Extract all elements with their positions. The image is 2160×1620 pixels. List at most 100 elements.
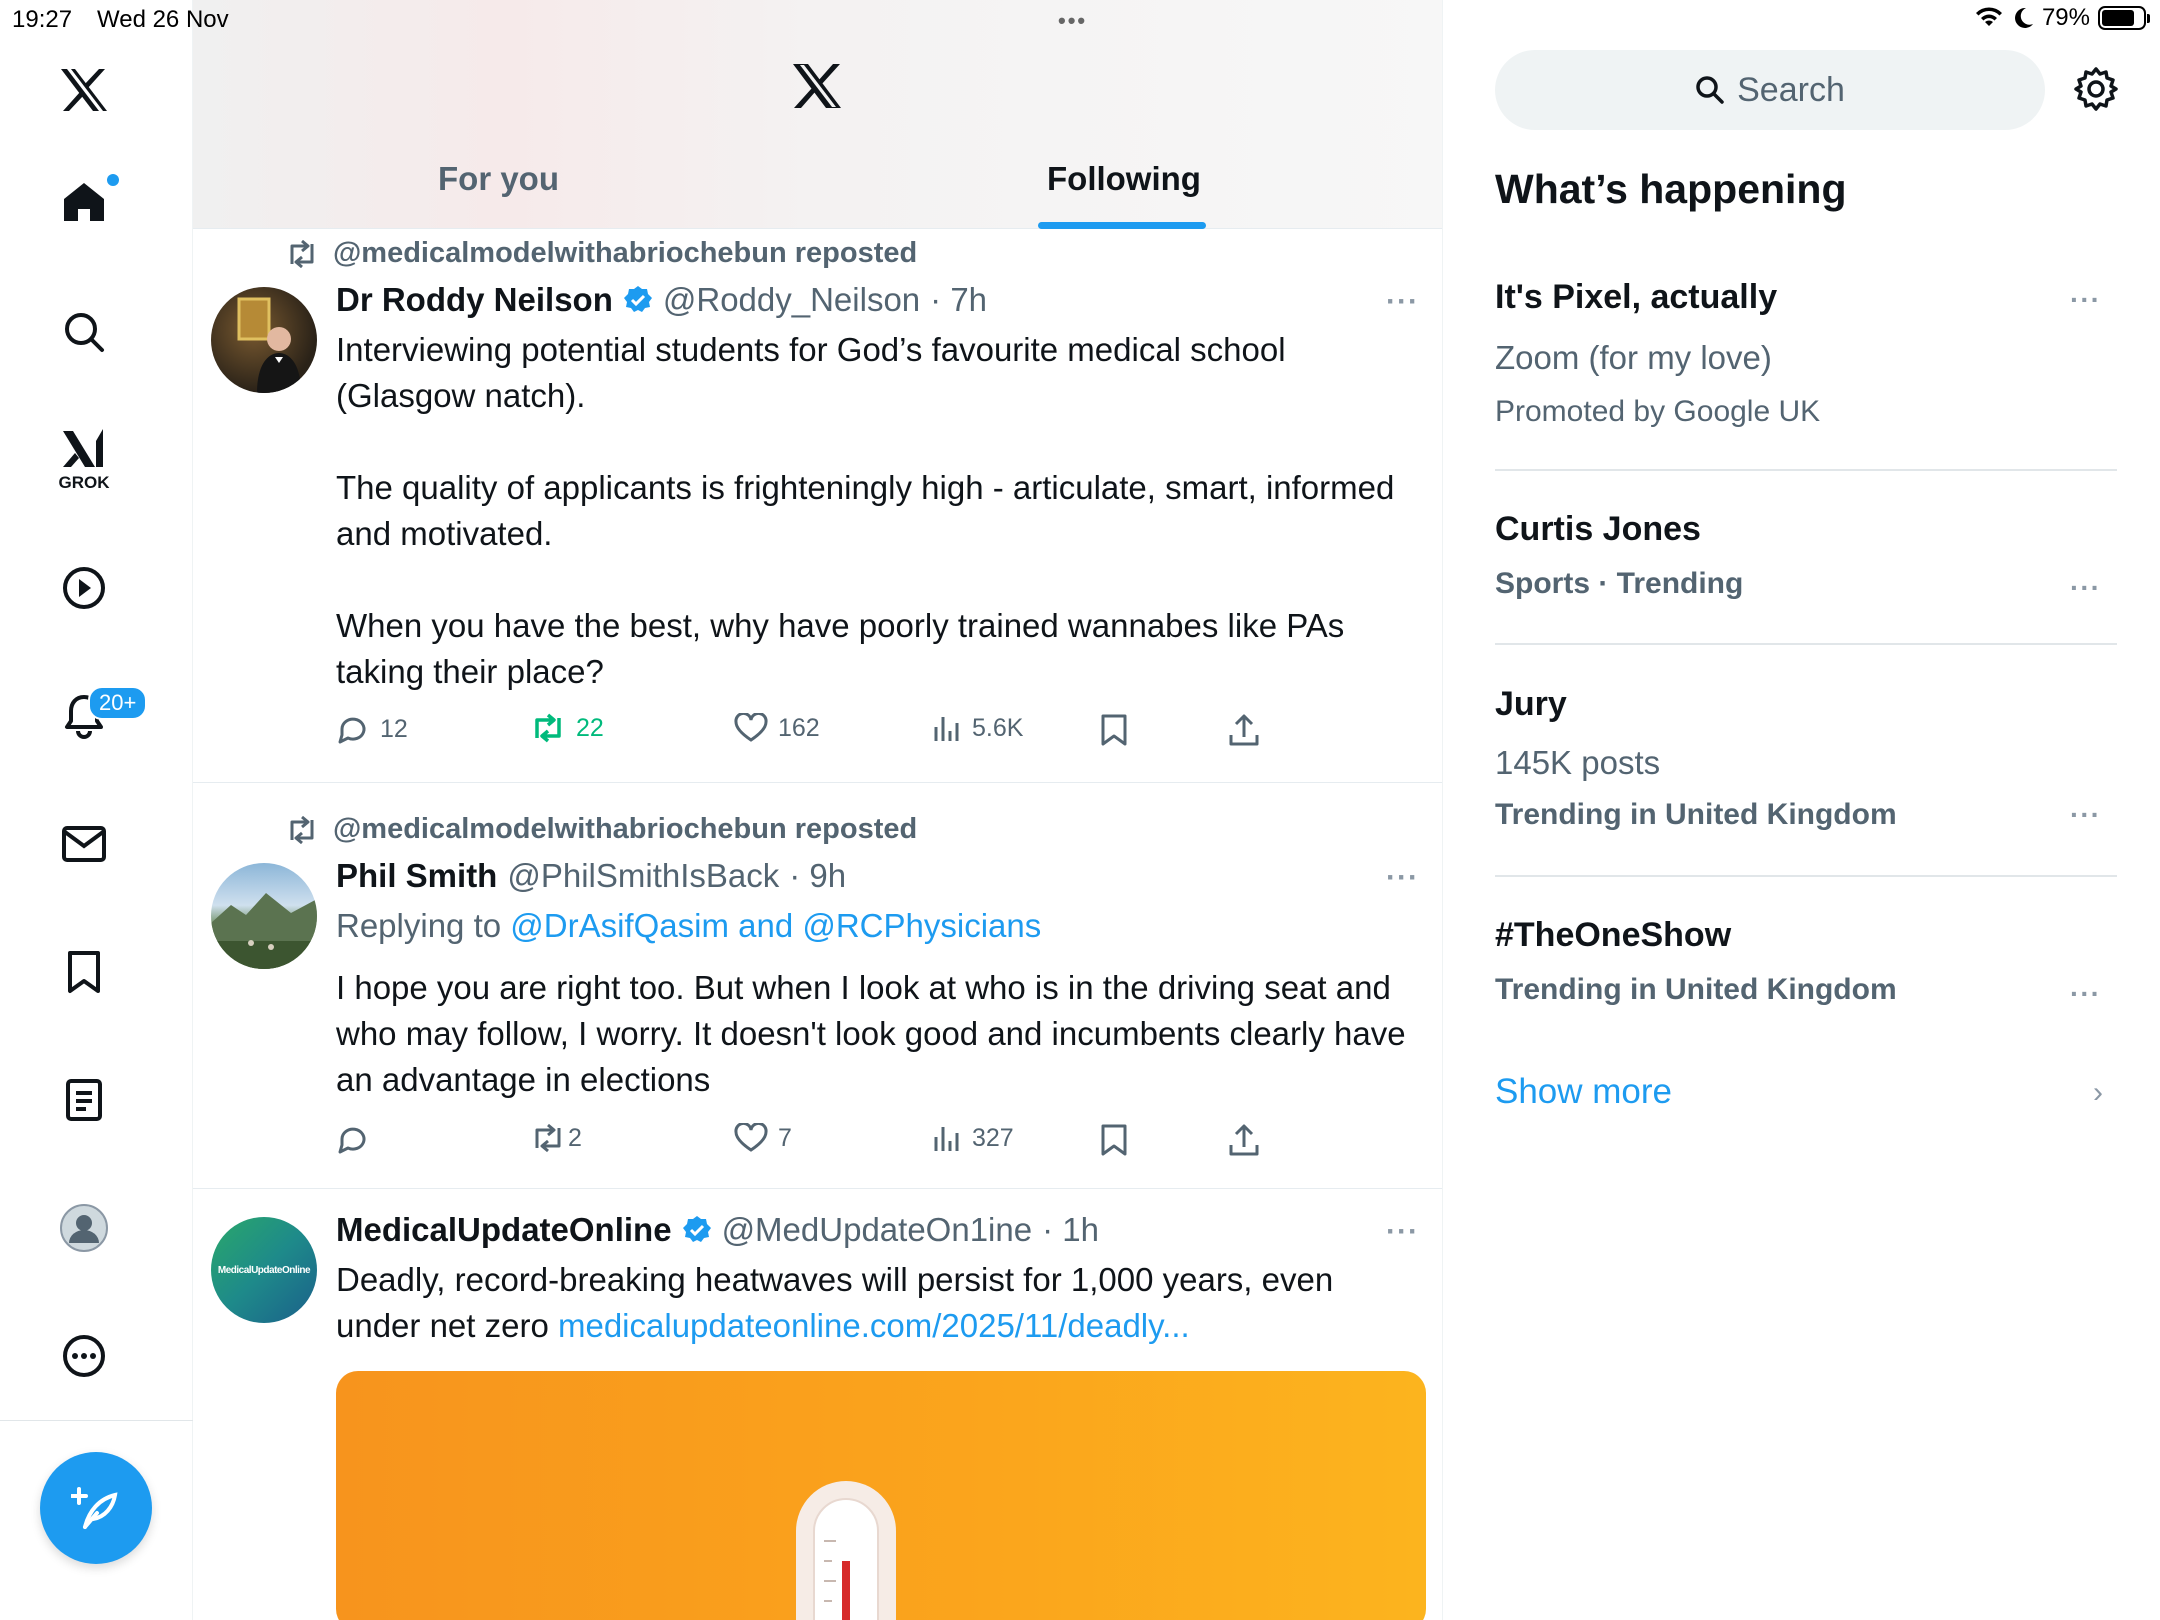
mail-icon [62,826,106,862]
avatar[interactable] [211,863,317,969]
repost-icon [290,239,314,268]
like-count: 7 [778,1123,792,1152]
author-name[interactable]: Dr Roddy Neilson [336,281,613,319]
share-button[interactable] [1228,713,1260,747]
author-name[interactable]: MedicalUpdateOnline [336,1211,672,1249]
divider [1495,469,2117,471]
tweet-time: · 1h [1042,1211,1099,1248]
search-icon [65,313,104,352]
sidebar-item-profile[interactable] [44,1188,124,1268]
sidebar-item-search[interactable] [44,292,124,372]
moon-icon [2014,7,2033,28]
repost-icon [290,815,314,844]
reply-button[interactable] [336,1123,380,1155]
trend-item[interactable]: #TheOneShow Trending in United Kingdom ·… [1495,916,2117,1016]
replying-prefix: Replying to [336,907,511,944]
x-logo-icon[interactable] [44,50,124,130]
sidebar-item-videos[interactable] [44,548,124,628]
repost-text: @medicalmodelwithabriochebun reposted [333,813,918,845]
trend-meta: Sports · Trending [1495,567,1744,600]
repost-text: @medicalmodelwithabriochebun reposted [333,237,918,269]
share-icon [1229,714,1259,746]
views-button[interactable]: 327 [932,1123,1014,1153]
search-input[interactable]: Search [1495,50,2045,130]
repost-button[interactable]: 2 [530,1123,582,1153]
avatar-photo [211,893,317,969]
verified-badge-icon [623,286,652,312]
trend-more-button[interactable]: ··· [2070,572,2101,604]
repost-indicator: @medicalmodelwithabriochebun reposted [285,237,917,270]
timeline: For you Following @medicalmodelwithabrio… [193,0,1443,1620]
tweet-more-button[interactable]: ··· [1386,861,1419,895]
tweet-time: · 9h [789,857,847,894]
like-button[interactable]: 7 [734,1123,792,1153]
trend-item[interactable]: Jury 145K posts Trending in United Kingd… [1495,685,2117,835]
trend-meta: Promoted by Google UK [1495,395,1821,428]
tweet-link[interactable]: medicalupdateonline.com/2025/11/deadly..… [558,1307,1190,1344]
multitask-dots[interactable]: ••• [1058,8,1087,34]
author-name[interactable]: Phil Smith [336,857,497,895]
list-icon [66,1079,102,1121]
trend-item[interactable]: It's Pixel, actually Zoom (for my love) … [1495,278,2117,428]
bookmark-button[interactable] [1100,713,1128,747]
repost-count: 2 [568,1123,582,1152]
grok-icon [63,429,103,467]
trend-more-button[interactable]: ··· [2070,799,2101,831]
trend-more-button[interactable]: ··· [2070,284,2101,316]
share-button[interactable] [1228,1123,1260,1157]
reply-button[interactable]: 12 [336,713,408,745]
verified-badge-icon [682,1216,711,1242]
sidebar-item-grok[interactable]: GROK [44,420,124,500]
avatar-photo [237,297,301,393]
repost-icon [535,1123,561,1153]
sidebar-item-messages[interactable] [44,804,124,884]
author-handle[interactable]: @Roddy_Neilson [663,281,920,319]
replying-to-link[interactable]: @DrAsifQasim and @RCPhysicians [510,907,1041,944]
trend-subtitle: 145K posts [1495,744,1661,781]
sidebar-item-more[interactable] [44,1316,124,1396]
tweet-text: Deadly, record-breaking heatwaves will p… [336,1257,1426,1349]
home-notification-dot [107,174,119,186]
tweet[interactable]: @medicalmodelwithabriochebun reposted Dr… [193,229,1442,783]
views-icon [934,1127,959,1151]
author-handle[interactable]: @PhilSmithIsBack [507,857,779,895]
bookmark-icon [1101,714,1127,746]
trend-title: #TheOneShow [1495,916,1732,954]
avatar[interactable]: MedicalUpdateOnline [211,1217,317,1323]
sidebar-item-lists[interactable] [44,1060,124,1140]
play-circle-icon [63,567,105,609]
compose-post-button[interactable] [40,1452,152,1564]
trend-item[interactable]: Curtis Jones Sports · Trending ··· [1495,510,2117,610]
avatar[interactable] [211,287,317,393]
tweet-more-button[interactable]: ··· [1386,1215,1419,1249]
tweet-time: · 7h [930,281,988,318]
views-button[interactable]: 5.6K [932,713,1023,743]
notification-badge: 20+ [88,686,148,720]
tab-following[interactable]: Following [1047,160,1201,198]
trend-more-button[interactable]: ··· [2070,978,2101,1010]
tweet-author-line: Dr Roddy Neilson @Roddy_Neilson · 7h [336,281,987,319]
x-logo-icon[interactable] [791,62,843,110]
tweet[interactable]: MedicalUpdateOnline MedicalUpdateOnline … [193,1189,1442,1620]
author-handle[interactable]: @MedUpdateOn1ine [722,1211,1033,1249]
status-date: Wed 26 Nov [97,6,229,33]
heart-icon [734,713,768,742]
left-sidebar: GROK 20+ [0,0,193,1620]
gear-icon[interactable] [2073,66,2119,112]
repost-button[interactable]: 22 [530,713,604,743]
replying-to: Replying to @DrAsifQasim and @RCPhysicia… [336,907,1041,945]
show-more-link[interactable]: Show more [1495,1072,1672,1112]
grok-label: GROK [58,473,110,492]
avatar-icon [60,1204,108,1252]
tab-for-you[interactable]: For you [438,160,559,198]
views-count: 5.6K [972,713,1024,742]
tweet-media-image[interactable] [336,1371,1426,1620]
bookmark-button[interactable] [1100,1123,1128,1157]
like-button[interactable]: 162 [734,713,820,743]
tweet[interactable]: @medicalmodelwithabriochebun reposted Ph… [193,783,1442,1189]
tweet-actions: 2 7 327 [336,1123,1336,1163]
tweet-more-button[interactable]: ··· [1386,285,1419,319]
sidebar-item-bookmarks[interactable] [44,932,124,1012]
status-time: 19:27 [12,6,73,33]
battery-percent: 79% [2041,4,2090,31]
